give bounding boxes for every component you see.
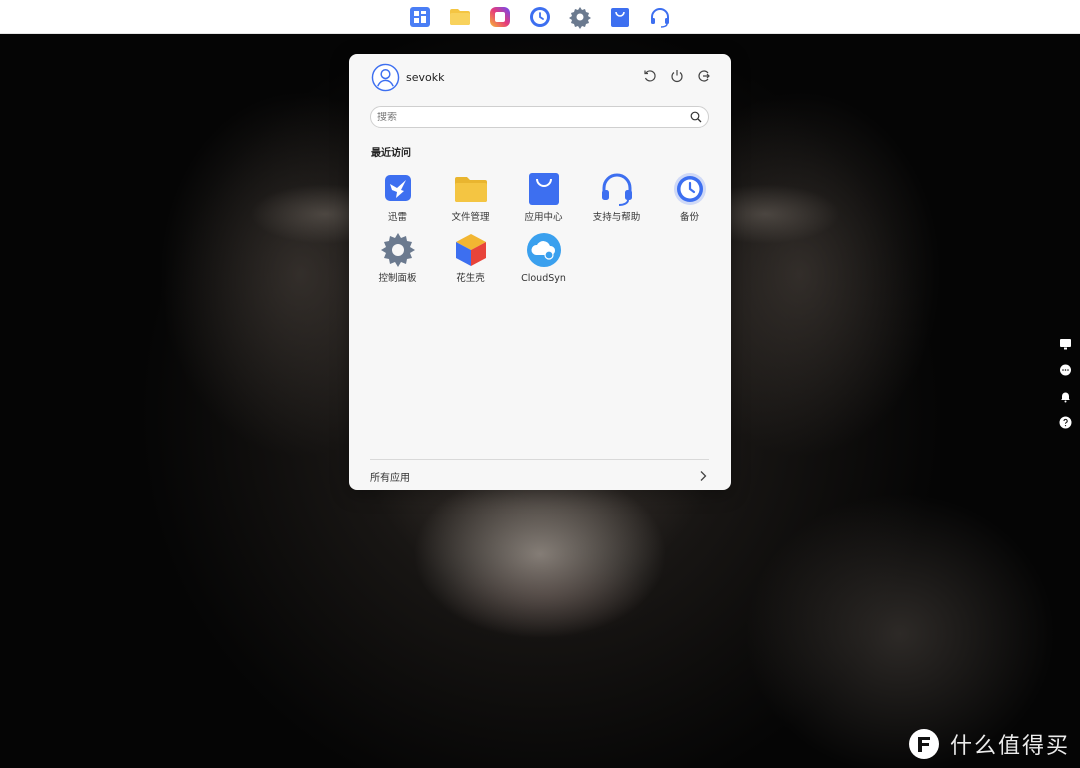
username: sevokk: [406, 70, 445, 84]
headset-icon[interactable]: [648, 5, 672, 29]
logout-icon[interactable]: [697, 68, 711, 82]
restart-icon[interactable]: [643, 68, 657, 82]
bell-icon[interactable]: [1059, 388, 1072, 403]
app-label: 应用中心: [524, 212, 563, 223]
user-profile[interactable]: sevokk: [371, 62, 444, 92]
app-file-manager[interactable]: 文件管理: [434, 170, 507, 223]
all-apps-link[interactable]: 所有应用: [370, 466, 709, 486]
search-icon[interactable]: [690, 111, 702, 123]
gear-icon: [379, 231, 417, 269]
cube-icon: [452, 231, 490, 269]
cloud-sync-icon: [525, 231, 563, 269]
app-label: 支持与帮助: [592, 212, 641, 223]
folder-icon[interactable]: [448, 5, 472, 29]
help-question-icon[interactable]: [1059, 414, 1072, 429]
side-tray: [1059, 336, 1072, 429]
search-input[interactable]: [371, 111, 690, 123]
app-control-panel[interactable]: 控制面板: [361, 231, 434, 284]
app-cloudsyn[interactable]: CloudSyn: [507, 231, 580, 284]
app-thunder[interactable]: 迅雷: [361, 170, 434, 223]
app-label: 备份: [679, 212, 699, 223]
chat-bubble-icon[interactable]: [1059, 362, 1072, 376]
shopping-bag-icon: [525, 170, 563, 208]
power-off-icon[interactable]: [670, 68, 684, 83]
backup-clock-icon[interactable]: [528, 5, 552, 29]
folder-icon: [452, 170, 490, 208]
chevron-right-icon: [700, 471, 707, 481]
app-app-center[interactable]: 应用中心: [507, 170, 580, 223]
all-apps-label: 所有应用: [370, 472, 410, 484]
thunder-bird-icon: [379, 170, 417, 208]
recent-section-title: 最近访问: [371, 148, 411, 159]
headset-icon: [598, 170, 636, 208]
monitor-icon[interactable]: [1059, 336, 1072, 350]
app-support-help[interactable]: 支持与帮助: [580, 170, 653, 223]
app-label: 控制面板: [378, 273, 417, 284]
top-dock: [0, 0, 1080, 34]
watermark-logo-icon: [908, 729, 939, 759]
backup-clock-icon: [671, 170, 709, 208]
power-actions: [643, 68, 711, 83]
start-menu-panel: sevokk 最近访问 迅雷 文件管理: [349, 54, 731, 490]
app-label: 文件管理: [451, 212, 490, 223]
mosaic-app-icon[interactable]: [408, 5, 432, 29]
app-label: 花生壳: [456, 273, 485, 284]
gear-icon[interactable]: [568, 5, 592, 29]
recent-apps-grid: 迅雷 文件管理 应用中心 支持与帮助 备份 控制面板 花生壳 CloudSyn: [361, 170, 725, 284]
instagram-style-icon[interactable]: [488, 5, 512, 29]
search-box: [370, 106, 709, 128]
avatar-icon: [371, 63, 400, 91]
app-label: CloudSyn: [521, 273, 566, 284]
app-peanut-shell[interactable]: 花生壳: [434, 231, 507, 284]
shopping-bag-icon[interactable]: [608, 5, 632, 29]
watermark-text: 什么值得买: [949, 734, 1070, 759]
app-backup[interactable]: 备份: [653, 170, 726, 223]
watermark: 什么值得买: [908, 728, 1070, 760]
divider: [370, 459, 709, 460]
app-label: 迅雷: [387, 212, 407, 223]
